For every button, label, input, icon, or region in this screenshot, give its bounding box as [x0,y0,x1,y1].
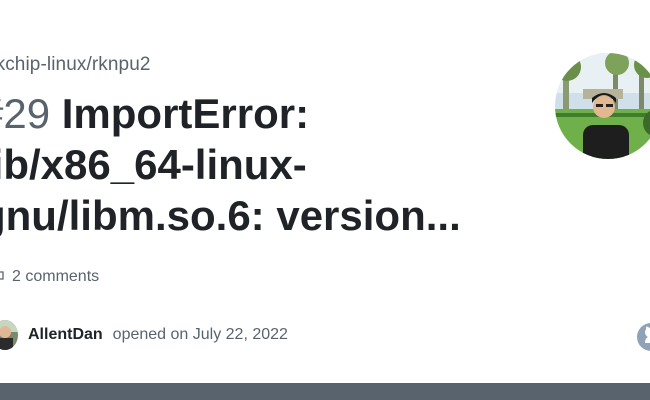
issue-title-line2: lib/x86_64-linux- [0,141,307,188]
opened-date: opened on July 22, 2022 [112,326,288,343]
github-logo-icon[interactable] [636,322,650,352]
comments-label: 2 comments [12,268,100,285]
opened-by: AllentDan opened on July 22, 2022 [0,320,288,350]
owner-avatar [555,53,650,159]
footer-bar [0,383,650,400]
issue-title-line3: gnu/libm.so.6: version... [0,192,461,239]
author-avatar-icon[interactable] [0,320,18,350]
issue-title-line1: ImportError: [61,90,310,137]
author-name[interactable]: AllentDan [28,326,103,344]
avatar-photo-icon [555,53,650,159]
issue-title: #29 ImportError: lib/x86_64-linux- gnu/l… [0,88,500,241]
comment-icon [0,271,4,280]
repo-name[interactable]: ckchip-linux/rknpu2 [0,54,151,76]
issue-number: #29 [0,90,51,137]
comments-count[interactable]: 2 comments [0,268,99,286]
